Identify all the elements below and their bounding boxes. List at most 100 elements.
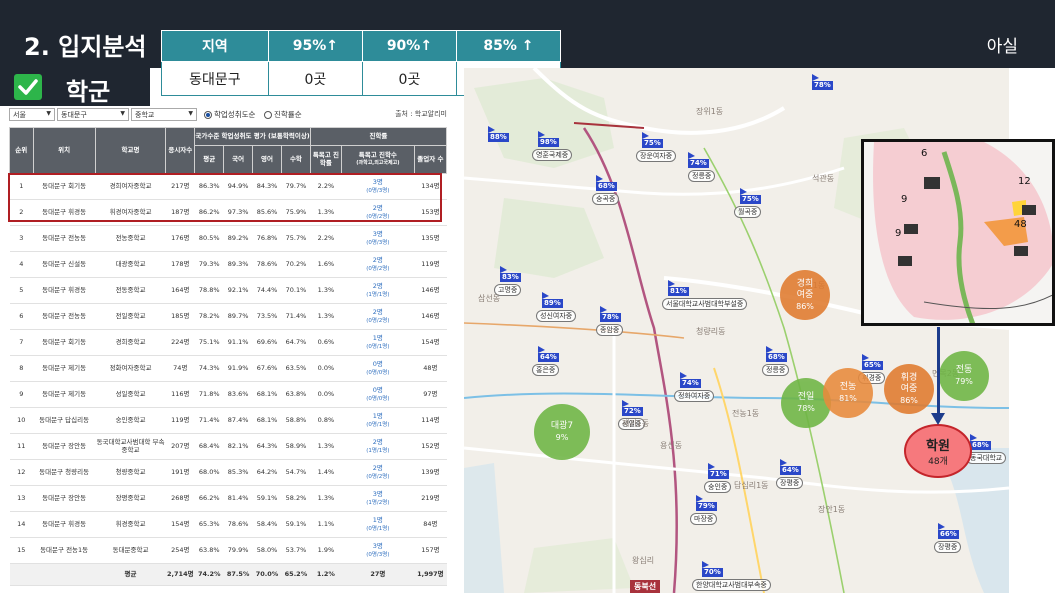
th-special: 특목고 진학률 — [309, 145, 342, 174]
circle-school-name: 경희 — [796, 278, 814, 289]
cell-kor: 92.1% — [223, 277, 253, 304]
cell-school: 전일중학교 — [95, 303, 166, 330]
school-flag-icon[interactable]: 98% — [538, 131, 559, 147]
cell-math: 63.8% — [281, 381, 311, 408]
school-rate-circle: 대광7 9% — [534, 404, 590, 460]
inset-map-background — [864, 142, 1052, 323]
school-flag-icon[interactable]: 64% — [780, 459, 801, 475]
cell-n: 224명 — [165, 329, 195, 356]
school-label[interactable]: 장평중 — [776, 477, 804, 489]
cell-loc: 동대문구 회기동 — [33, 329, 96, 356]
cell-loc: 동대문구 장안동 — [33, 433, 96, 460]
cell-avg: 68.4% — [194, 433, 224, 460]
cell-avg: 63.8% — [194, 537, 224, 564]
school-flag-icon[interactable]: 66% — [938, 523, 959, 539]
school-flag-icon[interactable]: 75% — [642, 132, 663, 148]
school-label[interactable]: 종암중 — [596, 324, 624, 336]
cell-spc-count: 1명 — [372, 334, 383, 343]
cell-n: 178명 — [165, 251, 195, 278]
table-row: 14 동대문구 휘경동 휘경중학교 154명 65.3% 78.6% 58.4% 59.1% 1… — [9, 511, 447, 538]
school-flag-icon[interactable]: 71% — [708, 463, 729, 479]
cell-school: 대광중학교 — [95, 251, 166, 278]
school-flag-icon[interactable]: 64% — [538, 346, 559, 362]
cell-n: 164명 — [165, 277, 195, 304]
th-special-count-label: 특목고 진학수 — [358, 151, 397, 160]
summary-header-85: 85% ↑ — [455, 30, 562, 62]
school-flag-icon[interactable]: 79% — [696, 495, 717, 511]
cell-spc-detail: (0명/0명) — [366, 395, 390, 402]
section-header: 학군 — [0, 68, 150, 106]
cell-avg: 65.3% — [194, 511, 224, 538]
cell-sp: 1.3% — [310, 485, 342, 512]
cell-sp: 1.3% — [310, 277, 342, 304]
school-label[interactable]: 숭곡중 — [592, 193, 620, 205]
circle-rate-value: 86% — [900, 395, 918, 405]
cell-math: 63.5% — [281, 355, 311, 382]
cell-eng: 68.1% — [252, 381, 282, 408]
radio-selected-icon — [204, 110, 212, 119]
cell-grad: 119명 — [414, 251, 447, 278]
radio-empty-icon — [264, 110, 272, 119]
cell-spc: 2명 (0명/2명) — [341, 303, 415, 330]
school-label[interactable]: 홍은중 — [532, 364, 560, 376]
cell-math: 53.7% — [281, 537, 311, 564]
circle-rate-value: 78% — [797, 404, 815, 413]
chevron-down-icon: ▼ — [46, 110, 51, 117]
school-flag-icon[interactable]: 75% — [740, 188, 761, 204]
school-label[interactable]: 한양대학교사범대부속중 — [692, 579, 771, 591]
school-flag-icon[interactable]: 88% — [488, 126, 509, 142]
summary-header-95: 95%↑ — [267, 30, 363, 62]
district-label: 청량리동 — [696, 327, 726, 336]
cell-eng: 64.2% — [252, 459, 282, 486]
radio-advance[interactable]: 진학률순 — [264, 109, 302, 120]
school-flag-icon[interactable]: 74% — [688, 152, 709, 168]
table-row: 7 동대문구 회기동 경희중학교 224명 75.1% 91.1% 69.6% 64.7% 0.… — [9, 329, 447, 356]
school-flag-icon[interactable]: 68% — [766, 346, 787, 362]
cell-math: 64.7% — [281, 329, 311, 356]
school-flag-icon[interactable]: 89% — [542, 292, 563, 308]
school-flag-icon[interactable]: 83% — [500, 266, 521, 282]
cell-school: 장평중학교 — [95, 485, 166, 512]
academy-count: 48개 — [928, 457, 948, 467]
school-label[interactable]: 숭인중 — [704, 481, 732, 493]
school-label[interactable]: 서울대학교사범대학부설중 — [662, 298, 748, 310]
radio-achievement[interactable]: 학업성취도순 — [204, 109, 255, 120]
school-flag-icon[interactable]: 78% — [812, 74, 833, 90]
school-rate-circle: 전농 81% — [823, 368, 873, 418]
cell-school: 숭인중학교 — [95, 407, 166, 434]
school-label[interactable]: 월곡중 — [734, 206, 762, 218]
school-flag-icon[interactable]: 68% — [970, 434, 991, 450]
th-location: 위치 — [32, 127, 96, 174]
school-label[interactable]: 동국대학교 — [966, 452, 1007, 464]
school-label[interactable]: 장운여자중 — [636, 150, 677, 162]
school-flag-icon[interactable]: 74% — [680, 372, 701, 388]
city-select[interactable]: 서울 ▼ — [9, 108, 55, 121]
district-select[interactable]: 동대문구 ▼ — [57, 108, 129, 121]
city-select-value: 서울 — [13, 111, 26, 119]
school-label[interactable]: 영훈국제중 — [532, 149, 573, 161]
cell-avg: 80.5% — [194, 225, 224, 252]
school-label[interactable]: 마장중 — [690, 513, 718, 525]
total-cell-kor: 87.5% — [223, 563, 253, 586]
school-flag-icon[interactable]: 78% — [600, 306, 621, 322]
inset-count-label: 9 — [895, 228, 902, 239]
school-label[interactable]: 정릉중 — [688, 170, 716, 182]
school-label[interactable]: 성신여자중 — [536, 310, 577, 322]
level-select[interactable]: 중학교 ▼ — [131, 108, 197, 121]
page-title: 2. 입지분석 — [24, 33, 147, 61]
school-flag-icon[interactable]: 72% — [622, 400, 643, 416]
circle-rate-value: 9% — [555, 433, 569, 442]
summary-header-region: 지역 — [161, 30, 269, 62]
school-flag-icon[interactable]: 65% — [862, 354, 883, 370]
cell-n: 74명 — [165, 355, 195, 382]
school-label[interactable]: 장평중 — [934, 541, 962, 553]
cell-spc: 3명 (1명/2명) — [341, 485, 415, 512]
th-rank: 순위 — [9, 127, 34, 174]
school-flag-icon[interactable]: 81% — [668, 280, 689, 296]
school-flag-icon[interactable]: 70% — [702, 561, 723, 577]
cell-grad: 114명 — [414, 407, 447, 434]
school-label[interactable]: 정화여자중 — [674, 390, 715, 402]
table-row: 10 동대문구 답십리동 숭인중학교 119명 71.4% 87.4% 68.1% 58.8%… — [9, 407, 447, 434]
school-flag-icon[interactable]: 68% — [596, 175, 617, 191]
school-label[interactable]: 정릉중 — [762, 364, 790, 376]
